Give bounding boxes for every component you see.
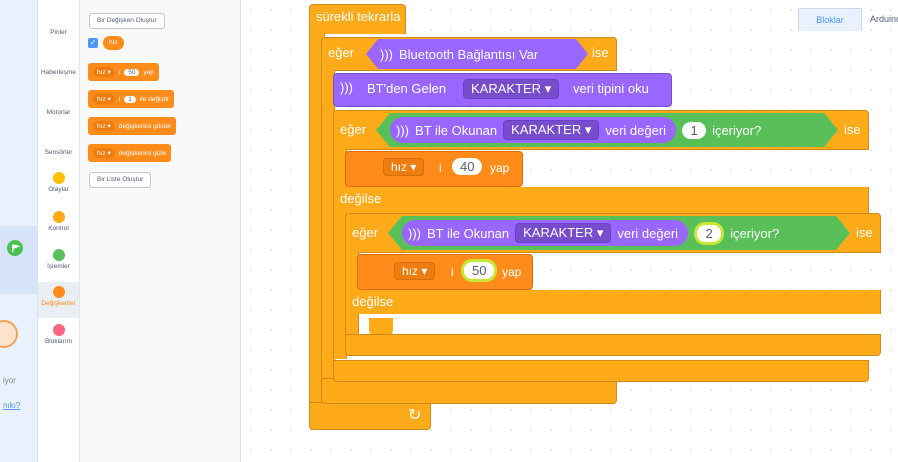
hide-variable-block[interactable]: hız ▾ değişkenini gizle <box>88 144 172 162</box>
category-pins[interactable]: Pinler <box>38 29 79 36</box>
then-label: ise <box>856 225 873 240</box>
loop-arrow-icon: ↻ <box>408 407 422 424</box>
reporter-label: BT ile Okunan <box>427 225 510 241</box>
stage-link[interactable]: nıkı? <box>3 401 20 410</box>
value-input[interactable]: 40 <box>452 158 483 175</box>
category-motors[interactable]: Motorlar <box>38 109 79 116</box>
empty-slot[interactable] <box>359 314 881 336</box>
wireless-icon: ))) <box>396 122 409 138</box>
then-label: ise <box>592 45 609 60</box>
stage-label: iyor <box>3 376 16 385</box>
else-label: değilse <box>352 294 394 309</box>
contains-condition-2[interactable]: ))) BT ile Okunan KARAKTER ▾ veri değeri… <box>388 216 850 250</box>
category-label: Bloklarım <box>44 338 73 345</box>
variable-checkbox[interactable]: ✓ <box>88 38 98 48</box>
if-label: eğer <box>340 122 367 137</box>
value-input[interactable]: 50 <box>461 259 498 282</box>
value-input[interactable]: 2 <box>694 222 724 245</box>
my-blocks-dot-icon <box>52 324 65 336</box>
stage-panel <box>0 0 38 462</box>
category-sensors[interactable]: Sensörler <box>38 149 79 156</box>
reporter-label: veri değeri <box>605 122 667 138</box>
make-variable-button[interactable]: Bir Değişken Oluştur <box>89 13 165 29</box>
block-text: ile değiştir <box>139 95 170 103</box>
reporter-label: BT ile Okunan <box>415 122 498 138</box>
if-else-bottom <box>333 360 869 382</box>
category-label: Değişkenler <box>41 300 76 307</box>
variables-dot-icon <box>52 286 65 298</box>
reporter-label: veri değeri <box>617 225 679 241</box>
else-bar <box>333 187 869 213</box>
category-label: Olaylar <box>48 186 69 193</box>
bt-read-value-reporter[interactable]: ))) BT ile Okunan KARAKTER ▾ veri değeri <box>390 117 676 143</box>
category-communication[interactable]: Haberleşme <box>38 69 79 76</box>
else-bar <box>345 290 881 314</box>
category-menu: Pinler Haberleşme Motorlar Sensörler Ola… <box>38 0 80 462</box>
change-variable-block[interactable]: hız ▾ i 1 ile değiştir <box>88 90 175 108</box>
bt-read-value-reporter[interactable]: ))) BT ile Okunan KARAKTER ▾ veri değeri <box>402 220 688 246</box>
category-label: Haberleşme <box>40 69 77 76</box>
variable-dropdown[interactable]: hız ▾ <box>394 262 436 280</box>
variable-dropdown[interactable]: hız ▾ <box>93 121 115 131</box>
category-label: Sensörler <box>44 149 73 156</box>
contains-label: içeriyor? <box>730 225 780 241</box>
then-label: ise <box>844 122 861 137</box>
variable-dropdown[interactable]: hız ▾ <box>93 67 115 77</box>
value-input[interactable]: 1 <box>124 95 136 103</box>
if-label: eğer <box>328 45 355 60</box>
block-text: i <box>118 95 121 103</box>
wireless-icon: ))) <box>380 46 393 62</box>
set-suffix: yap <box>502 265 522 279</box>
value-input[interactable]: 50 <box>124 68 140 76</box>
variable-dropdown[interactable]: hız ▾ <box>93 94 115 104</box>
make-list-button[interactable]: Bir Liste Oluştur <box>89 172 152 188</box>
tab-blocks[interactable]: Bloklar <box>798 8 862 31</box>
variable-reporter[interactable]: hız <box>103 36 124 50</box>
category-events[interactable]: Olaylar <box>38 172 79 193</box>
set-suffix: yap <box>490 161 510 175</box>
wireless-icon: ))) <box>340 80 353 95</box>
set-label: i <box>451 265 454 279</box>
control-dot-icon <box>52 211 65 223</box>
data-type-dropdown[interactable]: KARAKTER ▾ <box>463 79 560 99</box>
value-input[interactable]: 1 <box>682 122 706 139</box>
set-label: i <box>439 161 442 175</box>
events-dot-icon <box>52 172 65 184</box>
block-text: i <box>118 68 121 76</box>
variable-dropdown[interactable]: hız ▾ <box>383 158 425 176</box>
show-variable-block[interactable]: hız ▾ değişkenini göster <box>88 117 177 135</box>
block-text: değişkenini gizle <box>118 149 167 157</box>
if-else-bottom <box>345 334 881 356</box>
category-variables[interactable]: Değişkenler <box>38 282 79 318</box>
set-variable-block[interactable]: hız ▾ i 50 yap <box>88 63 159 81</box>
bluetooth-connected-condition[interactable]: ))) Bluetooth Bağlantısı Var <box>366 39 588 69</box>
variable-dropdown[interactable]: hız ▾ <box>93 148 115 158</box>
category-label: Motorlar <box>46 109 71 116</box>
data-type-dropdown[interactable]: KARAKTER ▾ <box>503 120 599 140</box>
category-operators[interactable]: İşlemler <box>38 249 79 270</box>
bt-read-prefix: BT'den Gelen <box>367 81 447 96</box>
else-label: değilse <box>340 191 382 206</box>
wireless-icon: ))) <box>408 225 421 241</box>
condition-label: Bluetooth Bağlantısı Var <box>399 46 539 62</box>
category-label: Kontrol <box>48 225 69 232</box>
category-my-blocks[interactable]: Bloklarım <box>38 324 79 345</box>
category-control[interactable]: Kontrol <box>38 211 79 232</box>
operators-dot-icon <box>52 249 65 261</box>
bt-read-suffix: veri tipini oku <box>573 81 649 96</box>
block-text: yap <box>143 68 154 76</box>
category-label: İşlemler <box>47 263 70 270</box>
if-label: eğer <box>352 225 379 240</box>
contains-condition-1[interactable]: ))) BT ile Okunan KARAKTER ▾ veri değeri… <box>376 113 838 147</box>
block-text: değişkenini göster <box>118 122 172 130</box>
tab-arduino[interactable]: Arduino <box>862 8 898 30</box>
if-arm <box>345 314 359 336</box>
forever-label: sürekli tekrarla <box>316 9 401 24</box>
contains-label: içeriyor? <box>712 122 762 138</box>
category-label: Pinler <box>50 29 67 36</box>
green-flag-icon[interactable] <box>7 240 23 256</box>
data-type-dropdown[interactable]: KARAKTER ▾ <box>515 223 611 243</box>
